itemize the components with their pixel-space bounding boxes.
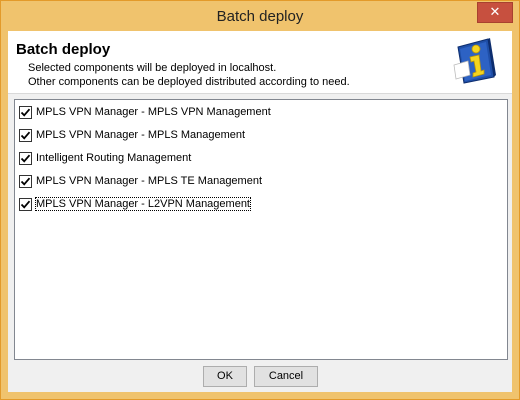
checkmark-icon bbox=[20, 108, 31, 117]
component-checkbox[interactable] bbox=[19, 197, 32, 211]
component-checkbox[interactable] bbox=[19, 105, 32, 119]
list-item[interactable]: Intelligent Routing Management bbox=[19, 149, 191, 167]
component-label: MPLS VPN Manager - L2VPN Management bbox=[35, 197, 251, 211]
close-icon: ✕ bbox=[489, 4, 501, 19]
component-checkbox[interactable] bbox=[19, 174, 32, 188]
header-description-line1: Selected components will be deployed in … bbox=[28, 62, 277, 74]
header-panel: Batch deploy Selected components will be… bbox=[8, 31, 512, 94]
checkmark-icon bbox=[20, 200, 31, 209]
batch-deploy-window: Batch deploy ✕ Batch deploy Selected com… bbox=[0, 0, 520, 400]
list-item[interactable]: MPLS VPN Manager - MPLS Management bbox=[19, 126, 245, 144]
checkmark-icon bbox=[20, 154, 31, 163]
list-item[interactable]: MPLS VPN Manager - L2VPN Management bbox=[19, 195, 251, 213]
header-description-line2: Other components can be deployed distrib… bbox=[28, 76, 350, 88]
component-label: MPLS VPN Manager - MPLS VPN Management bbox=[36, 106, 271, 118]
list-item[interactable]: MPLS VPN Manager - MPLS TE Management bbox=[19, 172, 262, 190]
component-label: MPLS VPN Manager - MPLS Management bbox=[36, 129, 246, 141]
header-title: Batch deploy bbox=[16, 41, 111, 58]
dialog-body: Batch deploy Selected components will be… bbox=[8, 31, 512, 392]
cancel-button[interactable]: Cancel bbox=[254, 366, 318, 387]
component-list[interactable]: MPLS VPN Manager - MPLS VPN Management M… bbox=[14, 99, 508, 360]
list-item[interactable]: MPLS VPN Manager - MPLS VPN Management bbox=[19, 103, 271, 121]
component-checkbox[interactable] bbox=[19, 128, 32, 142]
title-bar[interactable]: Batch deploy ✕ bbox=[1, 1, 519, 31]
info-icon bbox=[453, 38, 496, 84]
ok-button[interactable]: OK bbox=[203, 366, 247, 387]
component-label: Intelligent Routing Management bbox=[36, 152, 192, 164]
window-title: Batch deploy bbox=[216, 8, 304, 25]
checkmark-icon bbox=[20, 131, 31, 140]
component-checkbox[interactable] bbox=[19, 151, 32, 165]
component-label: MPLS VPN Manager - MPLS TE Management bbox=[36, 175, 263, 187]
checkmark-icon bbox=[20, 177, 31, 186]
close-button[interactable]: ✕ bbox=[477, 2, 513, 23]
